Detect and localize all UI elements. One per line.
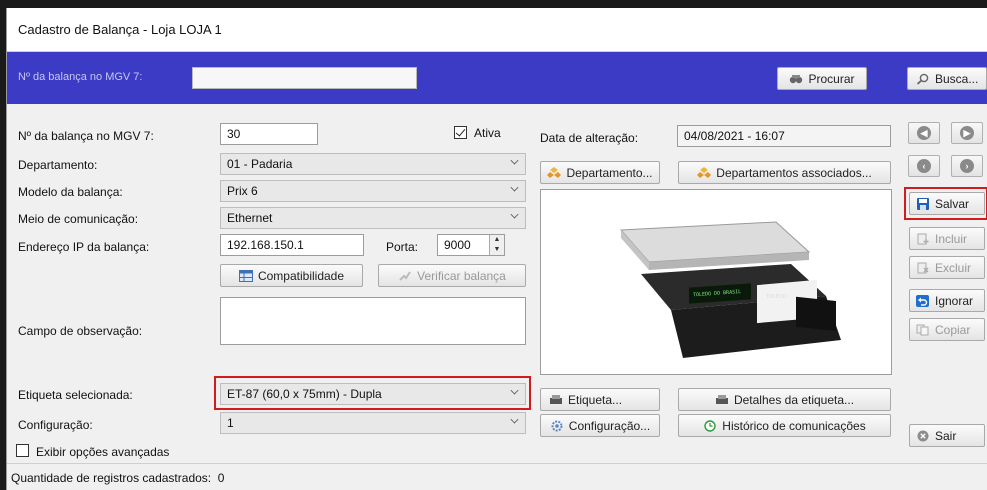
- obs-label: Campo de observação:: [18, 324, 143, 338]
- cadastro-balanca-window: Cadastro de Balança - Loja LOJA 1 Nº da …: [6, 8, 987, 490]
- modelo-label: Modelo da balança:: [18, 185, 123, 199]
- excluir-button[interactable]: Excluir: [909, 256, 985, 279]
- historico-comunicacoes-button[interactable]: Histórico de comunicações: [678, 414, 891, 437]
- incluir-button[interactable]: Incluir: [909, 227, 985, 250]
- verificar-balanca-button[interactable]: Verificar balança: [378, 264, 526, 287]
- configuracao-button[interactable]: Configuração...: [540, 414, 660, 437]
- compatibilidade-button[interactable]: Compatibilidade: [220, 264, 363, 287]
- status-label: Quantidade de registros cadastrados: 0: [11, 471, 224, 485]
- configuracao-select[interactable]: 1: [220, 412, 526, 434]
- search-input[interactable]: [192, 67, 417, 89]
- chevron-down-icon: [510, 415, 519, 424]
- record-count-value: 0: [217, 471, 225, 485]
- verificar-label: Verificar balança: [417, 268, 506, 283]
- salvar-highlight: [904, 187, 987, 220]
- departamento-button[interactable]: Departamento...: [540, 161, 660, 184]
- scale-image: TOLEDO DO BRASIL TOLEDO: [540, 189, 892, 375]
- ativa-label: Ativa: [474, 126, 501, 140]
- copiar-button[interactable]: Copiar: [909, 318, 985, 341]
- dept-assoc-label: Departamentos associados...: [716, 165, 872, 180]
- obs-textarea[interactable]: [220, 297, 526, 345]
- record-count-label: Quantidade de registros cadastrados:: [11, 471, 212, 485]
- busca-button[interactable]: Busca...: [907, 67, 987, 90]
- undo-icon: [916, 294, 930, 307]
- status-bar: Quantidade de registros cadastrados: 0: [7, 463, 987, 490]
- configuracao-btn-label: Configuração...: [568, 418, 651, 433]
- etiqueta-button[interactable]: Etiqueta...: [540, 388, 660, 411]
- next-record-button[interactable]: ›: [951, 155, 983, 177]
- procurar-label: Procurar: [808, 71, 855, 86]
- last-record-icon: ▶: [960, 126, 974, 140]
- window-title: Cadastro de Balança - Loja LOJA 1: [18, 22, 222, 37]
- printer-icon: [715, 394, 729, 406]
- ignorar-button[interactable]: Ignorar: [909, 289, 985, 312]
- ip-label: Endereço IP da balança:: [18, 240, 150, 254]
- ip-field[interactable]: 192.168.150.1: [220, 234, 364, 256]
- cubes-icon: [697, 166, 712, 179]
- title-bar: Cadastro de Balança - Loja LOJA 1: [7, 8, 987, 52]
- scale-illustration: TOLEDO DO BRASIL TOLEDO: [619, 221, 841, 358]
- ativa-checkbox[interactable]: [454, 126, 467, 139]
- ignorar-label: Ignorar: [935, 293, 974, 308]
- copy-icon: [916, 324, 930, 336]
- add-document-icon: [916, 233, 930, 245]
- departamento-value: 01 - Padaria: [227, 157, 293, 171]
- clock-icon: [703, 419, 717, 432]
- porta-spinner[interactable]: ▲ ▼: [489, 235, 504, 255]
- cubes-icon: [547, 166, 562, 179]
- incluir-label: Incluir: [935, 231, 968, 246]
- modelo-value: Prix 6: [227, 184, 258, 198]
- config-label: Configuração:: [18, 418, 93, 432]
- scale-brand-text: TOLEDO: [765, 294, 787, 300]
- last-record-button[interactable]: ▶: [951, 122, 983, 144]
- busca-label: Busca...: [935, 71, 979, 86]
- compatibilidade-label: Compatibilidade: [257, 268, 345, 283]
- mgv-number-field[interactable]: 30: [220, 123, 318, 145]
- binoculars-icon: [789, 73, 803, 85]
- departamento-label: Departamento:: [18, 158, 98, 172]
- meio-value: Ethernet: [227, 211, 273, 225]
- previous-record-button[interactable]: ‹: [908, 155, 940, 177]
- first-record-button[interactable]: ◀: [908, 122, 940, 144]
- porta-label: Porta:: [386, 240, 419, 254]
- printer-icon: [549, 394, 563, 406]
- mgv-label: Nº da balança no MGV 7:: [18, 129, 154, 143]
- gear-icon: [550, 420, 564, 432]
- first-record-icon: ◀: [917, 126, 931, 140]
- meio-select[interactable]: Ethernet: [220, 207, 526, 229]
- chevron-down-icon: [510, 183, 519, 192]
- departamento-btn-label: Departamento...: [566, 165, 653, 180]
- meio-label: Meio de comunicação:: [18, 212, 139, 226]
- exibir-opcoes-label: Exibir opções avançadas: [36, 445, 170, 459]
- departamento-select[interactable]: 01 - Padaria: [220, 153, 526, 175]
- search-label: Nº da balança no MGV 7:: [18, 71, 143, 83]
- departamentos-associados-button[interactable]: Departamentos associados...: [678, 161, 891, 184]
- sair-button[interactable]: Sair: [909, 424, 985, 447]
- procurar-button[interactable]: Procurar: [777, 67, 867, 90]
- exibir-opcoes-checkbox[interactable]: [16, 444, 29, 457]
- etiqueta-highlight: [214, 376, 531, 410]
- arrow-left-icon: ‹: [917, 159, 931, 173]
- magnifier-icon: [916, 73, 930, 85]
- data-alteracao-field: 04/08/2021 - 16:07: [677, 125, 891, 147]
- chevron-down-icon: [510, 156, 519, 165]
- chevron-down-icon: [510, 210, 519, 219]
- close-icon: [916, 430, 930, 442]
- delete-document-icon: [916, 262, 930, 274]
- copiar-label: Copiar: [935, 322, 971, 337]
- table-icon: [238, 269, 253, 282]
- data-alteracao-label: Data de alteração:: [540, 131, 639, 145]
- modelo-select[interactable]: Prix 6: [220, 180, 526, 202]
- etiqueta-label: Etiqueta selecionada:: [18, 388, 133, 402]
- historico-label: Histórico de comunicações: [722, 418, 866, 433]
- configuracao-value: 1: [227, 416, 234, 430]
- search-bar: Nº da balança no MGV 7: Procurar Busca..…: [7, 52, 987, 104]
- detalhes-etiqueta-button[interactable]: Detalhes da etiqueta...: [678, 388, 891, 411]
- etiqueta-btn-label: Etiqueta...: [568, 392, 623, 407]
- sair-label: Sair: [935, 428, 957, 443]
- excluir-label: Excluir: [935, 260, 972, 275]
- plug-icon: [398, 270, 412, 282]
- arrow-right-icon: ›: [960, 159, 974, 173]
- detalhes-label: Detalhes da etiqueta...: [733, 392, 855, 407]
